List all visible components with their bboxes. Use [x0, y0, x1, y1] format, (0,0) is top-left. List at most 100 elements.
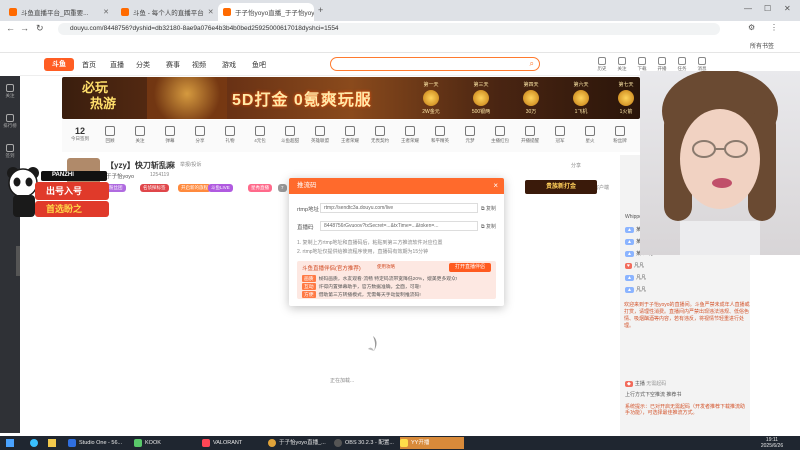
- stream-code-field[interactable]: 8448756rGvuoov?txSecret=...&txTime=...&t…: [320, 221, 478, 231]
- nav-games[interactable]: 游戏: [222, 60, 236, 70]
- windows-start-icon[interactable]: [6, 439, 14, 447]
- nav-video[interactable]: 视频: [192, 60, 206, 70]
- nav-fishbar[interactable]: 鱼吧: [252, 60, 266, 70]
- feature-item[interactable]: 弹幕: [156, 126, 184, 144]
- extensions-icon[interactable]: ⚙: [748, 23, 755, 32]
- noble-banner[interactable]: 贵族新打金: [525, 180, 597, 194]
- banner-day-reward: 第四天 30万: [523, 82, 539, 115]
- system-clock[interactable]: 19:11 2025/6/26: [752, 437, 792, 449]
- promo-line: 画质 帧码画质，水友观看·流畅 特定码流带宽降低20%，媲美更多观众!: [302, 275, 458, 282]
- taskbar-app[interactable]: KOOK: [134, 437, 161, 449]
- tasks-button[interactable]: 任务: [672, 57, 692, 72]
- stream-category[interactable]: 星秀: [165, 161, 175, 168]
- rail-rank[interactable]: 排行榜: [0, 114, 20, 129]
- feature-item[interactable]: 星火: [576, 126, 604, 144]
- nav-events[interactable]: 赛事: [166, 60, 180, 70]
- browser-tab[interactable]: 斗鱼 - 每个人的直播平台 ✕: [116, 3, 216, 21]
- tag-chip[interactable]: 星秀直播: [248, 184, 272, 192]
- user-level-badge: ▲: [625, 227, 634, 233]
- feature-item[interactable]: 开播提醒: [516, 126, 544, 144]
- streamer-rank: 1254119: [150, 172, 170, 178]
- url-input[interactable]: douyu.com/8448756?dyshid=db32180-8ae9a07…: [58, 23, 720, 35]
- promo-title: 斗鱼直播伴侣(官方推荐): [302, 266, 361, 272]
- history-button[interactable]: 历史: [592, 57, 612, 72]
- browser-tab-active[interactable]: 于子怡yoyo直播_于子怡yoyo... ✕: [218, 3, 314, 21]
- taskbar-app-active[interactable]: YY开播: [400, 437, 464, 449]
- coin-icon: [423, 90, 439, 106]
- rail-follow[interactable]: 关注: [0, 84, 20, 99]
- feature-item[interactable]: 粉丝牌: [606, 126, 634, 144]
- nav-home[interactable]: 首页: [82, 60, 96, 70]
- ad-banner[interactable]: 必玩 热游 5D打金 0氪爽玩服 第一天 2W金元 第三天 500银两 第四天 30万…: [62, 77, 640, 119]
- promo-guide-link[interactable]: 使用攻略: [377, 264, 395, 270]
- feature-item[interactable]: 礼物: [216, 126, 244, 144]
- coin-icon: [523, 90, 539, 106]
- close-window-icon[interactable]: ✕: [784, 4, 791, 13]
- address-bar: ← → ↻ douyu.com/8448756?dyshid=db32180-8…: [0, 21, 800, 37]
- messages-button[interactable]: 消息: [692, 57, 712, 72]
- close-icon[interactable]: ✕: [204, 8, 214, 16]
- rail-signin[interactable]: 签到: [0, 144, 20, 159]
- start-live-button[interactable]: 开播: [652, 57, 672, 72]
- feature-item[interactable]: 元梦: [456, 126, 484, 144]
- follow-button[interactable]: 关注: [612, 57, 632, 72]
- promo-line: 方便 借助第三方转播模式，无需每天手动复制推流码!: [302, 291, 421, 298]
- tag-chip[interactable]: 7: [278, 184, 287, 192]
- search-input[interactable]: ⌕: [330, 57, 540, 71]
- rtmp-address-field[interactable]: rtmp://sendtc3a.douyu.com/live: [320, 203, 478, 213]
- forward-icon[interactable]: →: [20, 23, 29, 33]
- valorant-icon: [375, 126, 385, 136]
- feature-item[interactable]: 关注: [126, 126, 154, 144]
- minimize-icon[interactable]: —: [744, 4, 752, 13]
- report-link[interactable]: 举报/投诉: [180, 161, 201, 168]
- tag-chip[interactable]: 开启新的旅程: [178, 184, 211, 192]
- chat-line: ▲ 凡凡: [625, 287, 646, 293]
- menu-icon[interactable]: ⋮: [770, 23, 778, 32]
- copy-rtmp-button[interactable]: ⧉ 复制: [481, 205, 496, 212]
- copy-code-button[interactable]: ⧉ 复制: [481, 223, 496, 230]
- feature-item[interactable]: 王者荣耀: [396, 126, 424, 144]
- feature-item[interactable]: 和平精英: [426, 126, 454, 144]
- taskbar-app[interactable]: 于子怡yoyo直播_...: [268, 437, 326, 449]
- download-button[interactable]: 下载: [632, 57, 652, 72]
- edge-icon[interactable]: [30, 439, 38, 447]
- feature-item[interactable]: 主播红包: [486, 126, 514, 144]
- signin-counter[interactable]: 12 今日签到: [66, 126, 94, 142]
- browser-tab-bar: 斗鱼直播平台_四重要... ✕ 斗鱼 - 每个人的直播平台 ✕ 于子怡yoyo直…: [0, 0, 800, 21]
- taskbar-app[interactable]: VALORANT: [202, 437, 242, 449]
- close-icon[interactable]: ✕: [99, 8, 109, 16]
- feature-item[interactable]: 分享: [186, 126, 214, 144]
- panda-line1: 出号入号: [46, 186, 83, 196]
- nav-live[interactable]: 直播: [110, 60, 124, 70]
- taskbar-app[interactable]: Studio One - 56...: [68, 437, 122, 449]
- folder-icon[interactable]: [48, 439, 56, 447]
- maximize-icon[interactable]: ☐: [764, 4, 771, 13]
- all-bookmarks-button[interactable]: 所有书签: [750, 41, 774, 50]
- tab-label: 斗鱼直播平台_四重要...: [21, 10, 89, 17]
- feature-item[interactable]: 无畏契约: [366, 126, 394, 144]
- open-companion-button[interactable]: 打开直播伴侣: [449, 263, 491, 272]
- feature-item[interactable]: 斗鱼超甜: [276, 126, 304, 144]
- user-level-badge: ▲: [625, 239, 634, 245]
- new-tab-icon[interactable]: +: [318, 5, 323, 15]
- browser-tab[interactable]: 斗鱼直播平台_四重要... ✕: [4, 3, 114, 21]
- back-icon[interactable]: ←: [6, 23, 15, 33]
- badge-icon: [615, 126, 625, 136]
- feature-item[interactable]: 王者荣耀: [336, 126, 364, 144]
- taskbar-app[interactable]: OBS 30.2.3 - 配置...: [334, 437, 394, 449]
- copy-icon: ⧉: [481, 206, 485, 212]
- rail-collapse-handle[interactable]: [16, 246, 20, 276]
- douyu-logo[interactable]: 斗鱼: [44, 58, 74, 71]
- search-icon[interactable]: ⌕: [530, 59, 534, 69]
- close-icon[interactable]: ×: [493, 178, 498, 194]
- feature-item[interactable]: 4元包: [246, 126, 274, 144]
- nav-category[interactable]: 分类: [136, 60, 150, 70]
- share-button[interactable]: 分享: [571, 162, 581, 169]
- lol-icon: [315, 126, 325, 136]
- feature-item[interactable]: 冠军: [546, 126, 574, 144]
- feature-item[interactable]: 回顾: [96, 126, 124, 144]
- tag-chip[interactable]: 斗鱼LIVE: [208, 184, 233, 192]
- feature-item[interactable]: 英雄联盟: [306, 126, 334, 144]
- reload-icon[interactable]: ↻: [36, 23, 44, 34]
- tag-chip[interactable]: 名侦探标签: [140, 184, 169, 192]
